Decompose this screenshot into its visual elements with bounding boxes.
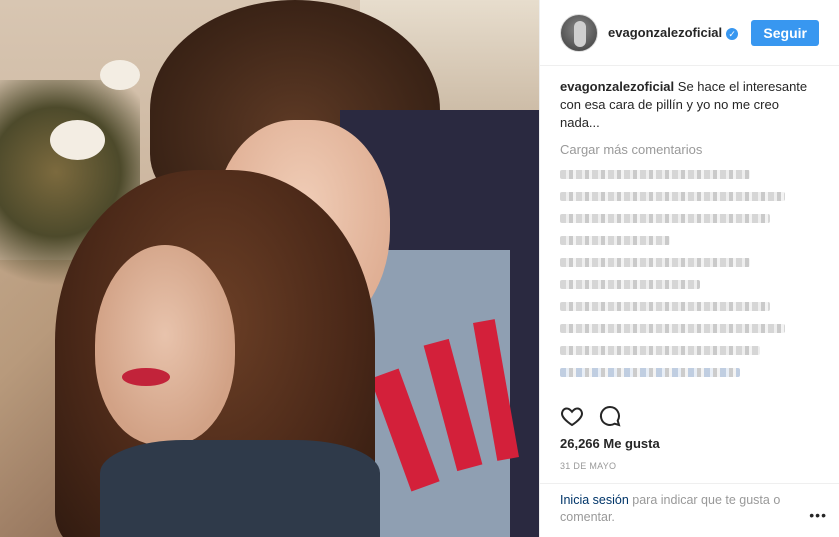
photo-flower: [100, 60, 140, 90]
header-username[interactable]: evagonzalezoficial ✓: [608, 25, 739, 40]
post-actions: [560, 404, 622, 428]
verified-badge-icon: ✓: [726, 27, 739, 40]
pixelated-comment-line: [560, 280, 700, 289]
caption-username[interactable]: evagonzalezoficial: [560, 79, 674, 94]
pixelated-comment-line: [560, 302, 770, 311]
photo-scarf: [100, 440, 380, 537]
pixelated-comment-line: [560, 192, 785, 201]
load-more-comments[interactable]: Cargar más comentarios: [560, 142, 819, 157]
pixelated-comment-line: [560, 346, 760, 355]
pixelated-comment-line: [560, 236, 670, 245]
post-side-panel: evagonzalezoficial ✓ Seguir evagonzalezof…: [539, 0, 839, 537]
login-prompt: Inicia sesión para indicar que te gusta …: [540, 483, 839, 526]
instagram-post: evagonzalezoficial ✓ Seguir evagonzalezof…: [0, 0, 839, 537]
follow-button[interactable]: Seguir: [751, 19, 819, 46]
post-photo[interactable]: [0, 0, 539, 537]
heart-icon[interactable]: [560, 404, 584, 428]
pixelated-comment-line: [560, 324, 785, 333]
pixelated-comments: [560, 170, 819, 384]
pixelated-comment-line: [560, 214, 770, 223]
photo-woman-face: [95, 245, 235, 445]
header-username-text[interactable]: evagonzalezoficial: [608, 25, 722, 40]
photo-woman-lips: [122, 368, 170, 386]
pixelated-comment-line: [560, 258, 750, 267]
post-date[interactable]: 31 DE MAYO: [560, 461, 616, 471]
pixelated-comment-line: [560, 170, 750, 179]
comments-section: evagonzalezoficial Se hace el interesant…: [540, 66, 839, 384]
more-options-icon[interactable]: •••: [809, 507, 827, 523]
avatar[interactable]: [560, 13, 598, 52]
photo-flower: [50, 120, 105, 160]
pixelated-comment-line: [560, 368, 740, 377]
post-caption: evagonzalezoficial Se hace el interesant…: [560, 78, 819, 132]
login-link[interactable]: Inicia sesión: [560, 493, 629, 507]
comment-icon[interactable]: [598, 404, 622, 428]
post-header: evagonzalezoficial ✓ Seguir: [540, 0, 839, 66]
likes-count[interactable]: 26,266 Me gusta: [560, 436, 660, 451]
